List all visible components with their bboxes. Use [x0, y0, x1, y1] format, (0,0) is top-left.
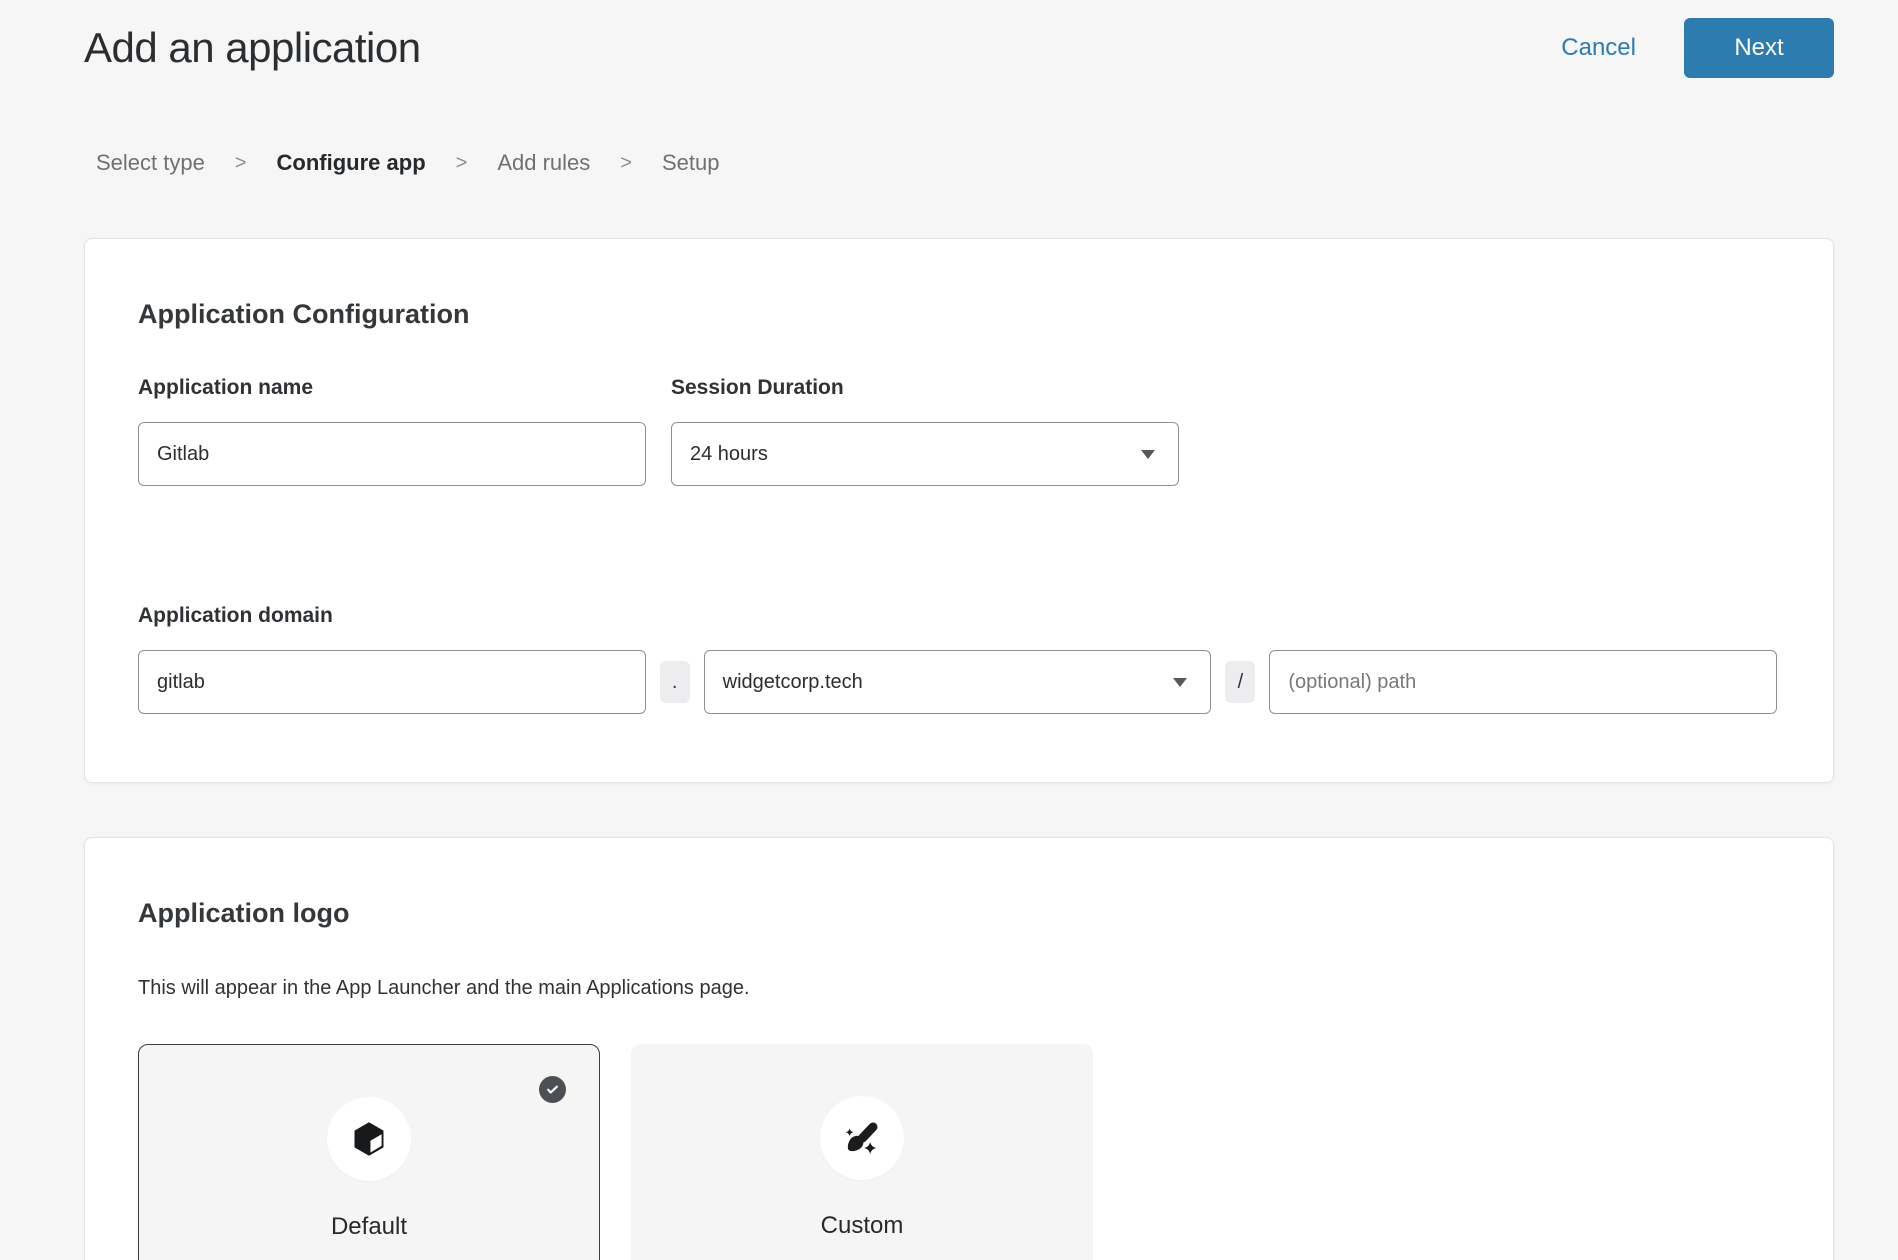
selected-check-badge — [539, 1076, 566, 1103]
cancel-button[interactable]: Cancel — [1561, 34, 1636, 62]
breadcrumb: Select type > Configure app > Add rules … — [96, 150, 1898, 176]
default-logo-label: Default — [139, 1213, 599, 1241]
check-icon — [545, 1082, 560, 1097]
breadcrumb-add-rules[interactable]: Add rules — [497, 150, 590, 176]
chevron-down-icon — [1172, 677, 1188, 688]
session-duration-label: Session Duration — [671, 376, 1179, 400]
session-duration-select[interactable]: 24 hours — [671, 422, 1179, 486]
breadcrumb-separator: > — [235, 152, 247, 175]
logo-option-default[interactable]: Default — [138, 1044, 600, 1260]
breadcrumb-select-type[interactable]: Select type — [96, 150, 205, 176]
chevron-down-icon — [1140, 449, 1156, 460]
path-input[interactable] — [1269, 650, 1777, 714]
application-name-field: Application name — [138, 376, 646, 486]
application-logo-card: Application logo This will appear in the… — [84, 837, 1834, 1260]
application-name-label: Application name — [138, 376, 646, 400]
application-domain-row: . widgetcorp.tech / — [138, 650, 1777, 714]
default-logo-circle — [327, 1097, 411, 1181]
domain-select[interactable]: widgetcorp.tech — [704, 650, 1212, 714]
custom-logo-circle — [820, 1096, 904, 1180]
custom-logo-label: Custom — [631, 1212, 1093, 1240]
breadcrumb-setup[interactable]: Setup — [662, 150, 720, 176]
paintbrush-icon — [841, 1117, 883, 1159]
page-title: Add an application — [84, 24, 421, 72]
breadcrumb-configure-app[interactable]: Configure app — [277, 150, 426, 176]
next-button[interactable]: Next — [1684, 18, 1834, 78]
application-domain-label: Application domain — [138, 604, 1777, 628]
page-header: Add an application Cancel Next — [0, 0, 1898, 78]
dot-separator: . — [660, 661, 690, 703]
breadcrumb-separator: > — [456, 152, 468, 175]
application-name-input[interactable] — [138, 422, 646, 486]
application-configuration-card: Application Configuration Application na… — [84, 238, 1834, 783]
header-actions: Cancel Next — [1561, 18, 1834, 78]
session-duration-value: 24 hours — [690, 443, 768, 466]
subdomain-input[interactable] — [138, 650, 646, 714]
logo-heading: Application logo — [138, 898, 1777, 929]
cube-icon — [348, 1118, 390, 1160]
slash-separator: / — [1225, 661, 1255, 703]
domain-value: widgetcorp.tech — [723, 671, 863, 694]
configuration-heading: Application Configuration — [138, 299, 1777, 330]
logo-option-custom[interactable]: Custom — [631, 1044, 1093, 1260]
session-duration-field: Session Duration 24 hours — [671, 376, 1179, 486]
name-session-row: Application name Session Duration 24 hou… — [138, 376, 1777, 486]
logo-options: Default Custom — [138, 1044, 1777, 1260]
logo-description: This will appear in the App Launcher and… — [138, 977, 1777, 1000]
breadcrumb-separator: > — [620, 152, 632, 175]
